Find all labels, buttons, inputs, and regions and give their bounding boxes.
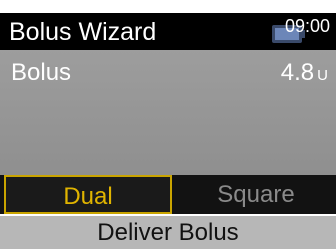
tab-square[interactable]: Square [176, 175, 336, 214]
footer-bar: Deliver Bolus [0, 216, 336, 249]
deliver-bolus-button[interactable]: Deliver Bolus [0, 216, 336, 249]
pump-screen: Bolus Wizard 09:00 Bolus 4.8 U Dual Squar… [0, 0, 336, 249]
tab-dual[interactable]: Dual [4, 175, 172, 214]
clock-time: 09:00 [284, 16, 330, 36]
bolus-panel: Bolus 4.8 U [0, 50, 336, 175]
bolus-unit: U [317, 67, 328, 84]
bolus-value: 4.8 [280, 59, 315, 86]
bolus-label: Bolus [11, 59, 72, 86]
header-bar: Bolus Wizard 09:00 [0, 13, 336, 50]
bolus-type-tabs: Dual Square [0, 175, 336, 214]
page-title: Bolus Wizard [9, 18, 157, 46]
bolus-amount: 4.8 U [281, 59, 328, 90]
